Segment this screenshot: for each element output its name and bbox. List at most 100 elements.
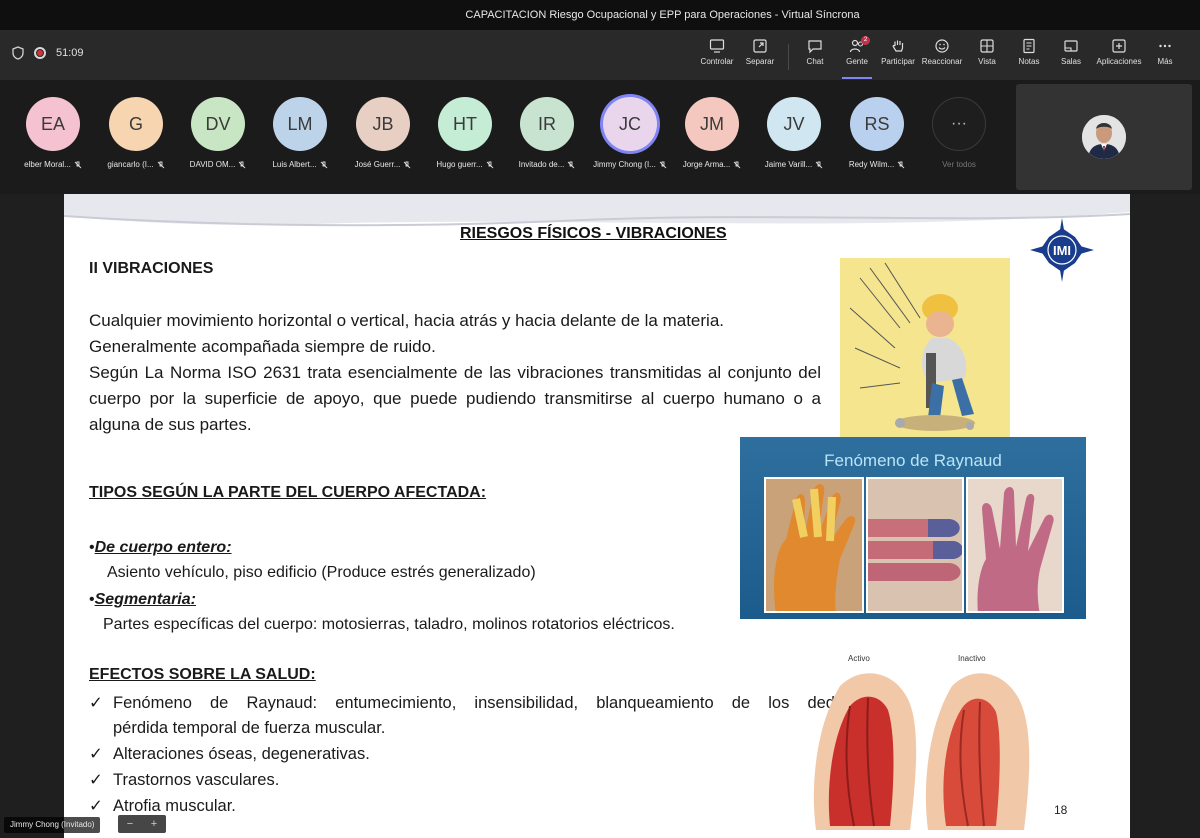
hand-photo-purple — [966, 477, 1064, 613]
hand-photo-yellow — [764, 477, 864, 613]
participant-name: Hugo guerr... — [436, 160, 483, 169]
zoom-controls: − + — [118, 815, 166, 833]
self-avatar — [1082, 115, 1126, 159]
presenter-name-label: Jimmy Chong (Invitado) — [4, 817, 101, 833]
participant-tile[interactable]: G giancarlo (I... — [95, 97, 177, 169]
more-icon — [1159, 44, 1171, 48]
participant-tile[interactable]: JV Jaime Varill... — [753, 97, 835, 169]
effect-item-continuation: pérdida temporal de fuerza muscular. — [113, 719, 386, 737]
effect-item: ✓ Alteraciones óseas, degenerativas. — [89, 745, 370, 763]
participant-tile[interactable]: JM Jorge Arma... — [671, 97, 753, 169]
participant-name: José Guerr... — [354, 160, 401, 169]
mic-muted-icon — [74, 161, 82, 168]
type-whole-body: •De cuerpo entero: — [89, 539, 232, 556]
raynaud-image-title: Fenómeno de Raynaud — [824, 451, 1002, 470]
section-heading-tipos: TIPOS SEGÚN LA PARTE DEL CUERPO AFECTADA… — [89, 484, 487, 501]
participant-tile[interactable]: JC Jimmy Chong (I... — [589, 97, 671, 169]
meeting-toolbar: 51:09 Controlar Separar Chat 2 Gente Par… — [0, 30, 1200, 80]
section-heading-vibraciones: II VIBRACIONES — [89, 260, 214, 277]
type-segmental-description: Partes específicas del cuerpo: motosierr… — [103, 616, 675, 633]
participant-tile[interactable]: DV DAVID OM... — [177, 97, 259, 169]
slide-title: RIESGOS FÍSICOS - VIBRACIONES — [460, 225, 727, 242]
mic-muted-icon — [486, 161, 493, 168]
rooms-button[interactable]: Salas — [1048, 38, 1094, 74]
imi-logo: IMI — [1030, 218, 1094, 282]
participant-name: Redy Wilm... — [848, 160, 895, 169]
avatar: DV — [191, 97, 245, 151]
avatar: JB — [356, 97, 410, 151]
participant-name: Jimmy Chong (I... — [593, 160, 656, 169]
raise-hand-icon — [892, 40, 904, 52]
raynaud-phenomenon-image: Fenómeno de Raynaud — [740, 437, 1086, 619]
popout-button[interactable]: Separar — [737, 38, 783, 74]
participant-tile[interactable]: RS Redy Wilm... — [836, 97, 918, 169]
participant-tile[interactable]: HT Hugo guerr... — [424, 97, 506, 169]
participant-tile[interactable]: IR Invitado de... — [506, 97, 588, 169]
mic-muted-icon — [897, 161, 905, 168]
chat-button[interactable]: Chat — [792, 38, 838, 74]
muscle-illustration: Activo Inactivo — [810, 646, 1050, 830]
shared-content-stage: RIESGOS FÍSICOS - VIBRACIONES IMI II VIB… — [0, 194, 1200, 838]
apps-button[interactable]: Aplicaciones — [1094, 38, 1144, 74]
hand-photo-blue — [866, 477, 964, 613]
type-segmental: •Segmentaria: — [89, 591, 196, 608]
effect-item: ✓ Atrofia muscular. — [89, 797, 236, 815]
avatar: IR — [520, 97, 574, 151]
participant-tile[interactable]: LM Luis Albert... — [259, 97, 341, 169]
shield-icon — [12, 46, 24, 60]
raise-hand-button[interactable]: Participar — [875, 38, 921, 74]
react-button[interactable]: Reaccionar — [919, 38, 965, 74]
recording-icon — [34, 47, 46, 59]
zoom-out-button[interactable]: − — [127, 818, 133, 830]
teams-meeting-window: CAPACITACION Riesgo Ocupacional y EPP pa… — [0, 0, 1200, 838]
participant-name: Jorge Arma... — [682, 160, 731, 169]
slide-page-number: 18 — [1054, 803, 1068, 817]
participant-tile[interactable]: JB José Guerr... — [342, 97, 424, 169]
avatar: EA — [26, 97, 80, 151]
type-whole-body-description: Asiento vehículo, piso edificio (Produce… — [107, 564, 536, 581]
chat-icon — [808, 40, 822, 54]
participant-tile[interactable]: EA elber Moral... — [12, 97, 94, 169]
popout-icon — [753, 39, 767, 53]
self-video-tile[interactable] — [1016, 84, 1192, 190]
avatar: HT — [438, 97, 492, 151]
avatar: JC — [603, 97, 657, 151]
svg-text:IMI: IMI — [1053, 243, 1071, 258]
definition-paragraph: Cualquier movimiento horizontal o vertic… — [89, 311, 821, 434]
more-button[interactable]: Más — [1142, 38, 1188, 74]
participant-name: elber Moral... — [24, 160, 71, 169]
participant-name: Jaime Varill... — [764, 160, 813, 169]
view-button[interactable]: Vista — [964, 38, 1010, 74]
people-count-badge: 2 — [861, 36, 870, 45]
avatar: JM — [685, 97, 739, 151]
participant-name: DAVID OM... — [189, 160, 236, 169]
effect-item: ✓ Trastornos vasculares. — [89, 771, 280, 789]
mic-muted-icon — [733, 161, 741, 168]
toolbar-divider — [788, 44, 789, 70]
more-participants-icon: ··· — [932, 97, 986, 151]
notes-icon — [1023, 38, 1035, 54]
participant-name: Luis Albert... — [272, 160, 317, 169]
people-button[interactable]: 2 Gente — [834, 36, 880, 79]
participant-name: Invitado de... — [518, 160, 565, 169]
meeting-timer: 51:09 — [56, 47, 84, 59]
slide-header-decoration — [64, 194, 1130, 227]
window-title: CAPACITACION Riesgo Ocupacional y EPP pa… — [465, 9, 860, 21]
avatar: JV — [767, 97, 821, 151]
see-all-button[interactable]: ··· Ver todos — [918, 97, 1000, 169]
meeting-status: 51:09 — [12, 46, 84, 60]
mic-muted-icon — [815, 161, 823, 168]
mic-muted-icon — [404, 161, 411, 168]
zoom-in-button[interactable]: + — [151, 818, 157, 830]
mic-muted-icon — [659, 161, 667, 168]
title-bar: CAPACITACION Riesgo Ocupacional y EPP pa… — [0, 0, 1200, 30]
section-heading-efectos: EFECTOS SOBRE LA SALUD: — [89, 666, 316, 683]
mic-muted-icon — [320, 161, 327, 168]
control-button[interactable]: Controlar — [694, 38, 740, 74]
notes-button[interactable]: Notas — [1006, 38, 1052, 74]
avatar: G — [109, 97, 163, 151]
mic-muted-icon — [238, 161, 246, 168]
view-grid-icon — [980, 39, 994, 53]
mic-muted-icon — [568, 161, 575, 168]
avatar: LM — [273, 97, 327, 151]
